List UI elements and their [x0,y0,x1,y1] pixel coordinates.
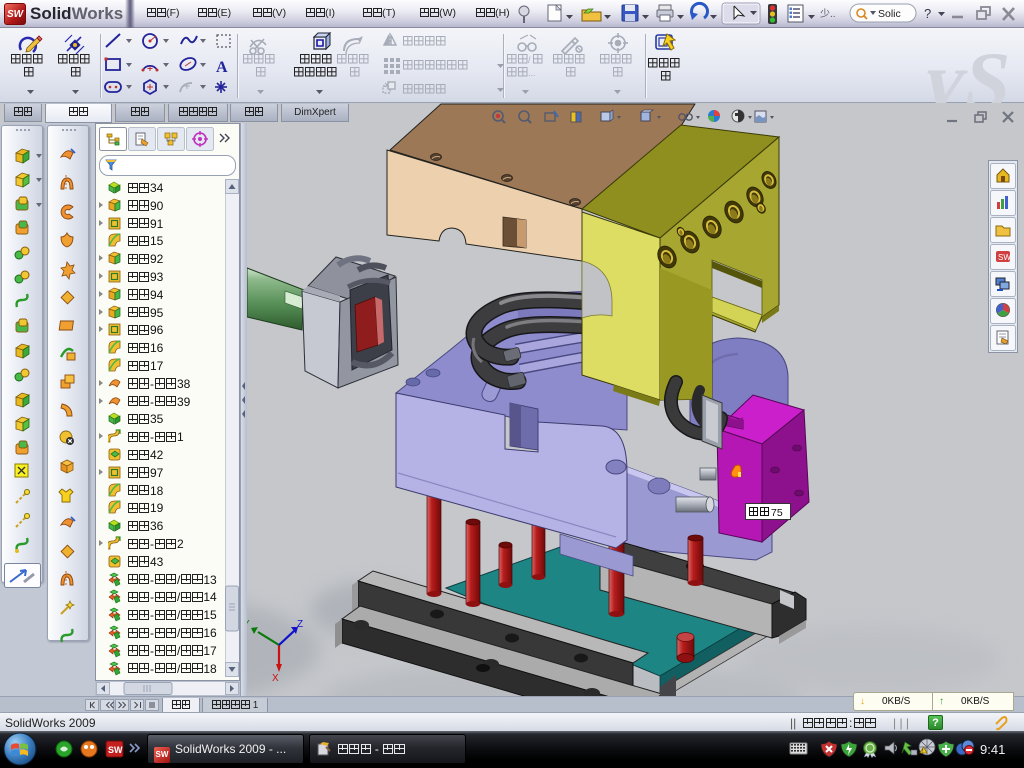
svg-text:Z: Z [297,619,303,630]
svg-text:A: A [216,59,228,76]
svg-text:...: ... [528,68,536,78]
svg-text:ɣS: ɣS [925,35,1010,103]
svg-text:9:41: 9:41 [980,742,1005,757]
svg-text:Solic: Solic [878,8,901,20]
svg-text:/: / [528,55,531,65]
svg-text:少..: 少.. [820,8,836,20]
svg-text:X: X [272,673,279,684]
svg-text:75: 75 [771,507,783,519]
svg-text:SW: SW [108,745,123,755]
svg-text:SW: SW [998,253,1011,262]
svg-text:?: ? [924,6,931,21]
